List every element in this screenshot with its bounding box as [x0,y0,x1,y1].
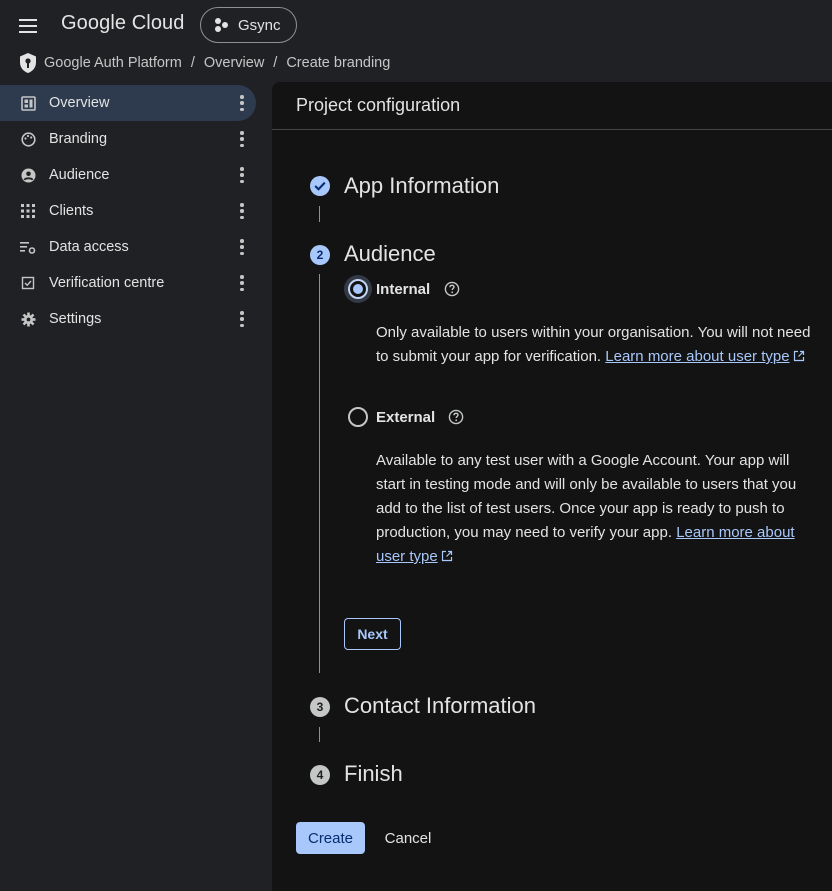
step-number-badge: 3 [310,697,330,717]
sidebar-item-data-access[interactable]: Data access [0,229,256,265]
shield-icon [20,53,36,73]
sidebar-item-label: Data access [49,239,129,255]
internal-description: Only available to users within your orga… [376,324,811,365]
more-vert-icon[interactable] [240,167,244,183]
breadcrumb-current: Create branding [286,55,391,71]
breadcrumb-separator: / [273,55,278,71]
more-vert-icon[interactable] [240,311,244,327]
more-vert-icon[interactable] [240,239,244,255]
apps-grid-icon [20,203,36,219]
step-title-finish[interactable]: Finish [344,761,403,787]
open-in-new-icon [441,550,452,562]
internal-label[interactable]: Internal [376,281,430,298]
palette-icon [20,131,36,147]
sidebar-item-audience[interactable]: Audience [0,157,256,193]
external-radio[interactable] [348,407,368,427]
sidebar-item-branding[interactable]: Branding [0,121,256,157]
external-label[interactable]: External [376,409,435,426]
sidebar-item-label: Settings [49,311,102,327]
sidebar-item-label: Audience [49,167,110,183]
more-vert-icon[interactable] [240,275,244,291]
sidebar-item-overview[interactable]: Overview [0,85,256,121]
next-button[interactable]: Next [344,618,401,650]
checkbox-icon [20,275,36,291]
help-icon[interactable] [448,409,464,425]
help-icon[interactable] [444,281,460,297]
project-picker-button[interactable]: Gsync [200,7,297,43]
step-number-badge: 4 [310,765,330,785]
sidebar-item-label: Branding [49,131,108,147]
more-vert-icon[interactable] [240,203,244,219]
sidebar-item-label: Overview [49,95,110,111]
create-button[interactable]: Create [296,822,365,854]
step-complete-check-icon [310,176,330,196]
more-vert-icon[interactable] [240,95,244,111]
breadcrumb: Google Auth Platform / Overview / Create… [18,52,390,74]
breadcrumb-separator: / [190,55,195,71]
top-bar: Google Cloud Gsync [0,0,832,50]
project-icon [215,18,229,32]
external-description: Available to any test user with a Google… [376,452,797,565]
data-settings-icon [20,239,36,255]
menu-icon[interactable] [16,14,40,38]
cancel-button[interactable]: Cancel [377,822,439,854]
learn-more-user-type-link[interactable]: Learn more about user type [605,348,789,365]
page-title: Project configuration [296,95,461,115]
project-name: Gsync [238,16,281,34]
sidebar-item-label: Verification centre [49,275,165,291]
account-circle-icon [20,167,36,183]
breadcrumb-overview[interactable]: Overview [204,55,264,71]
sidebar-item-verification-centre[interactable]: Verification centre [0,265,256,301]
sidebar-item-settings[interactable]: Settings [0,301,256,337]
divider [272,129,832,130]
step-connector [319,206,320,222]
internal-radio[interactable] [348,279,368,299]
step-title-contact-information[interactable]: Contact Information [344,693,536,719]
step-title-audience: Audience [344,241,436,266]
dashboard-icon [20,95,36,111]
step-connector [319,727,320,742]
step-connector [319,274,320,673]
step-number-badge: 2 [310,245,330,265]
sidebar-item-label: Clients [49,203,94,219]
project-configuration-panel: Project configuration App Information 2 … [272,82,832,891]
google-cloud-logo[interactable]: Google Cloud [61,12,185,35]
sidebar: Overview Branding Audience Clients Data … [0,85,262,337]
more-vert-icon[interactable] [240,131,244,147]
step-title-app-information[interactable]: App Information [344,173,499,199]
breadcrumb-auth-platform[interactable]: Google Auth Platform [44,55,182,71]
gear-icon [20,311,36,327]
open-in-new-icon [793,350,804,362]
sidebar-item-clients[interactable]: Clients [0,193,256,229]
